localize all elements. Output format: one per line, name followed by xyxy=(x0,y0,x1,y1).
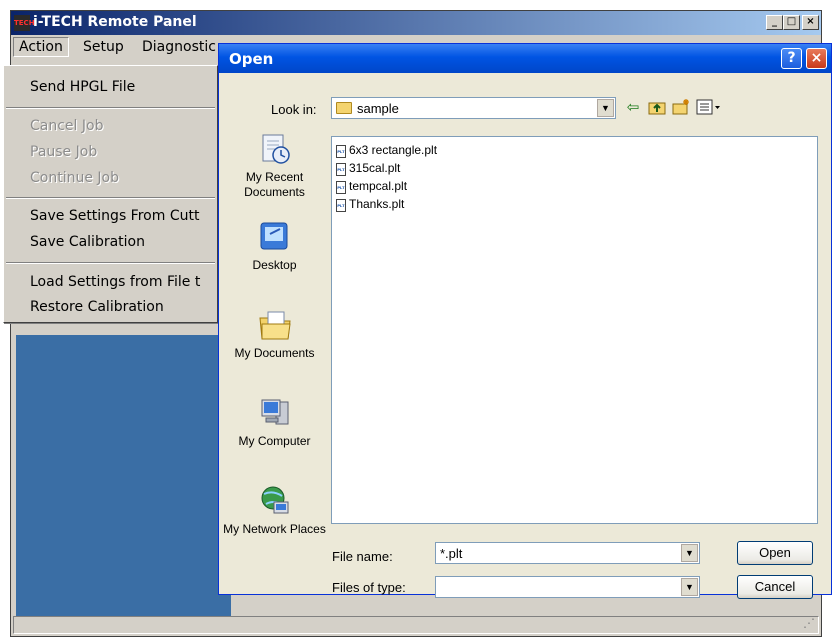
files-of-type-select[interactable]: ▼ xyxy=(435,576,700,598)
workspace-area xyxy=(16,335,231,617)
place-desktop[interactable]: Desktop xyxy=(223,220,326,273)
look-in-combo[interactable]: sample ▼ xyxy=(331,97,616,119)
place-label: My Network Places xyxy=(223,522,326,536)
place-label: Desktop xyxy=(252,258,297,272)
main-title-bar[interactable]: TECH i-TECH Remote Panel _ □ × xyxy=(11,11,821,35)
help-button[interactable]: ? xyxy=(781,48,802,69)
cancel-button[interactable]: Cancel xyxy=(737,575,813,599)
maximize-button[interactable]: □ xyxy=(783,15,800,30)
resize-grip-icon[interactable]: ⋰ xyxy=(803,616,815,630)
file-name: tempcal.plt xyxy=(349,179,408,193)
recent-documents-icon xyxy=(258,132,292,166)
file-name-field[interactable]: *.plt ▼ xyxy=(435,542,700,564)
menu-setup[interactable]: Setup xyxy=(78,37,129,57)
chevron-down-icon[interactable]: ▼ xyxy=(681,544,698,562)
chevron-down-icon[interactable]: ▼ xyxy=(681,578,698,596)
menu-pause-job: Pause Job xyxy=(30,144,98,160)
views-menu-icon[interactable] xyxy=(696,98,722,116)
menu-restore-calibration[interactable]: Restore Calibration xyxy=(30,299,164,315)
file-list[interactable]: PLT 6x3 rectangle.plt PLT 315cal.plt PLT… xyxy=(331,136,818,524)
file-name: 315cal.plt xyxy=(349,161,401,175)
folder-icon xyxy=(336,102,352,114)
chevron-down-icon[interactable]: ▼ xyxy=(597,99,614,117)
place-my-recent-documents[interactable]: My Recent Documents xyxy=(223,132,326,200)
look-in-label: Look in: xyxy=(271,102,317,117)
menu-separator xyxy=(6,197,215,199)
dialog-title-bar[interactable]: Open ? × xyxy=(219,44,831,73)
main-title: i-TECH Remote Panel xyxy=(33,14,197,30)
file-name: Thanks.plt xyxy=(349,197,405,211)
my-computer-icon xyxy=(258,396,292,430)
menu-send-hpgl-file[interactable]: Send HPGL File xyxy=(30,79,135,95)
menu-separator xyxy=(6,262,215,264)
menu-cancel-job: Cancel Job xyxy=(30,118,104,134)
file-name-value: *.plt xyxy=(440,546,463,561)
my-documents-icon xyxy=(258,308,292,342)
menu-separator xyxy=(6,107,215,109)
menu-save-settings[interactable]: Save Settings From Cutt xyxy=(30,208,199,224)
file-name-label: File name: xyxy=(332,549,393,564)
status-bar: ⋰ xyxy=(13,616,819,634)
new-folder-icon[interactable] xyxy=(672,98,690,116)
app-logo-icon: TECH xyxy=(14,15,35,31)
menu-diagnostic[interactable]: Diagnostic xyxy=(137,37,221,57)
up-folder-icon[interactable] xyxy=(648,98,666,116)
back-arrow-icon[interactable]: ⇦ xyxy=(624,98,642,116)
places-bar: My Recent Documents Desktop My Documents… xyxy=(223,132,326,584)
desktop-icon xyxy=(258,220,292,254)
plt-file-icon: PLT xyxy=(336,163,346,176)
menu-load-settings[interactable]: Load Settings from File t xyxy=(30,274,200,290)
plt-file-icon: PLT xyxy=(336,145,346,158)
place-label: My Recent Documents xyxy=(244,170,305,199)
files-of-type-label: Files of type: xyxy=(332,580,406,595)
dialog-title: Open xyxy=(229,50,274,68)
open-button[interactable]: Open xyxy=(737,541,813,565)
place-label: My Computer xyxy=(238,434,311,448)
plt-file-icon: PLT xyxy=(336,199,346,212)
menu-save-calibration[interactable]: Save Calibration xyxy=(30,234,145,250)
place-my-documents[interactable]: My Documents xyxy=(223,308,326,361)
look-in-value: sample xyxy=(357,101,399,116)
file-name: 6x3 rectangle.plt xyxy=(349,143,438,157)
place-label: My Documents xyxy=(234,346,315,360)
action-dropdown-menu: Send HPGL File Cancel Job Pause Job Cont… xyxy=(3,65,218,323)
open-dialog: Open ? × Look in: sample ▼ ⇦ My Recent D… xyxy=(218,43,832,599)
network-places-icon xyxy=(258,484,292,518)
menu-action[interactable]: Action xyxy=(13,37,69,57)
place-my-computer[interactable]: My Computer xyxy=(223,396,326,449)
menu-continue-job: Continue Job xyxy=(30,170,119,186)
close-button[interactable]: × xyxy=(802,15,819,30)
place-my-network-places[interactable]: My Network Places xyxy=(223,484,326,537)
plt-file-icon: PLT xyxy=(336,181,346,194)
dialog-close-button[interactable]: × xyxy=(806,48,827,69)
minimize-button[interactable]: _ xyxy=(766,15,783,30)
